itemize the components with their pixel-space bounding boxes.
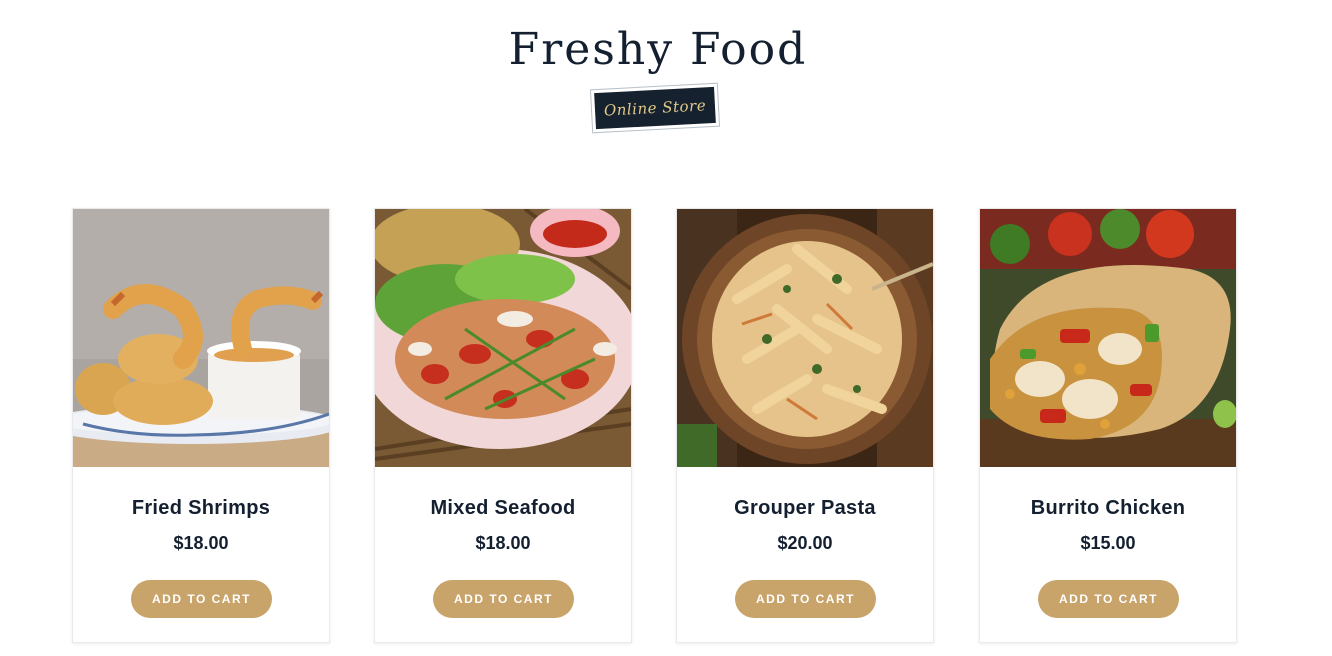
product-image[interactable]	[375, 209, 631, 467]
product-card: Mixed Seafood $18.00 ADD TO CART	[374, 208, 632, 643]
online-store-badge: Online Store	[589, 82, 721, 134]
product-card: Grouper Pasta $20.00 ADD TO CART	[676, 208, 934, 643]
product-name[interactable]: Grouper Pasta	[677, 497, 933, 520]
product-card: Fried Shrimps $18.00 ADD TO CART	[72, 208, 330, 643]
product-image[interactable]	[677, 209, 933, 467]
product-image[interactable]	[73, 209, 329, 467]
brand-title: Freshy Food	[508, 24, 808, 75]
product-card: Burrito Chicken $15.00 ADD TO CART	[979, 208, 1237, 643]
product-price: $20.00	[777, 533, 833, 553]
add-to-cart-button[interactable]: ADD TO CART	[735, 580, 876, 618]
product-price: $18.00	[475, 533, 531, 553]
product-name[interactable]: Fried Shrimps	[73, 497, 329, 520]
add-to-cart-button[interactable]: ADD TO CART	[433, 580, 574, 618]
product-name[interactable]: Burrito Chicken	[980, 497, 1236, 520]
badge-label: Online Store	[594, 86, 716, 130]
product-name[interactable]: Mixed Seafood	[375, 497, 631, 520]
fried-shrimps-photo	[73, 209, 329, 467]
grouper-pasta-photo	[677, 209, 933, 467]
add-to-cart-button[interactable]: ADD TO CART	[131, 580, 272, 618]
mixed-seafood-photo	[375, 209, 631, 467]
product-image[interactable]	[980, 209, 1236, 467]
product-price: $18.00	[173, 533, 229, 553]
product-price: $15.00	[1080, 533, 1136, 553]
burrito-chicken-photo	[980, 209, 1236, 467]
add-to-cart-button[interactable]: ADD TO CART	[1038, 580, 1179, 618]
